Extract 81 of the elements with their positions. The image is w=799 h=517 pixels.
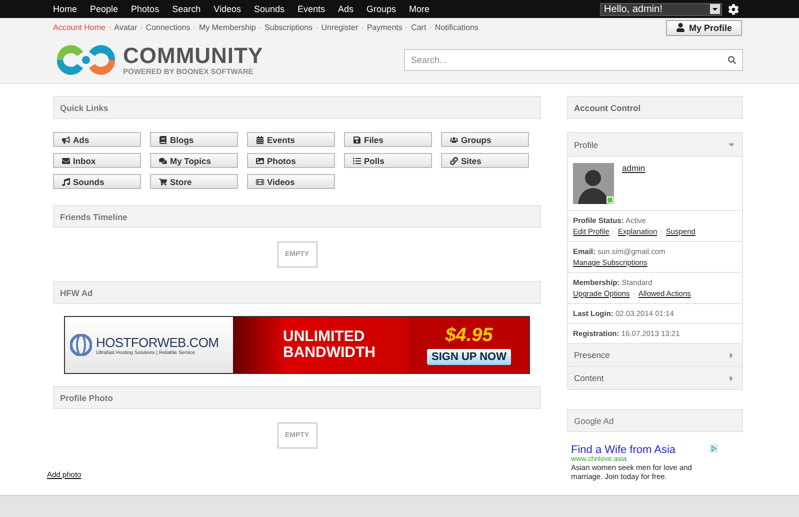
section-header[interactable]: Presence xyxy=(568,343,742,366)
top-menu-item[interactable]: Photos xyxy=(131,4,160,14)
quick-link-button[interactable]: Sites xyxy=(441,153,529,168)
quick-link-button[interactable]: Videos xyxy=(247,174,335,189)
section-header[interactable]: Content xyxy=(568,366,742,389)
logo-title: COMMUNITY xyxy=(123,44,264,66)
globe-icon xyxy=(70,334,92,356)
block-title: Google Ad xyxy=(567,409,743,432)
quick-link-button[interactable]: Blogs xyxy=(150,132,238,147)
person-icon xyxy=(676,23,685,32)
top-menu-item[interactable]: Events xyxy=(298,4,326,14)
user-dropdown[interactable]: Hello, admin! xyxy=(600,2,722,16)
my-profile-button[interactable]: My Profile xyxy=(666,20,742,36)
search-icon[interactable] xyxy=(728,56,736,64)
search-field[interactable]: Search... xyxy=(404,49,743,71)
block-title: HFW Ad xyxy=(53,281,541,304)
banner-headline: UNLIMITED xyxy=(283,329,366,345)
account-menu-link[interactable]: Notifications xyxy=(434,23,478,32)
top-menu-item[interactable]: Videos xyxy=(214,4,241,14)
separator-dot: · xyxy=(108,23,112,32)
film-icon xyxy=(256,178,264,186)
separator-dot: · xyxy=(405,23,408,32)
account-menu-link[interactable]: Account Home xyxy=(53,23,106,32)
settings-icon[interactable] xyxy=(728,4,739,14)
separator-dot: · xyxy=(258,23,262,32)
separator-dot: · xyxy=(632,289,636,298)
picture-icon xyxy=(256,156,264,164)
people-icon xyxy=(450,136,458,144)
top-menu-item[interactable]: Ads xyxy=(338,4,354,14)
banner-signup-label: SIGN UP NOW xyxy=(426,349,512,365)
calendar-icon xyxy=(256,136,264,144)
quick-link-button[interactable]: Groups xyxy=(441,132,529,147)
banner-brand: HOSTFORWEB.COM xyxy=(96,334,219,350)
quick-link-button[interactable]: Photos xyxy=(247,153,335,168)
separator-dot: · xyxy=(361,23,364,32)
username-link[interactable]: admin xyxy=(622,163,646,204)
quick-link-button[interactable]: Store xyxy=(150,174,238,189)
avatar-silhouette xyxy=(573,163,614,204)
top-menu-item[interactable]: More xyxy=(409,4,430,14)
separator-dot: · xyxy=(316,23,318,32)
music-note-icon xyxy=(62,178,70,186)
link-icon xyxy=(450,156,458,164)
separator-dot: · xyxy=(612,227,615,236)
account-menu-link[interactable]: Payments xyxy=(366,23,402,32)
top-menu-item[interactable]: Home xyxy=(53,4,78,14)
account-menu-link[interactable]: Connections xyxy=(146,23,190,32)
quick-link-button[interactable]: Sounds xyxy=(53,174,141,189)
quick-link-button[interactable]: Events xyxy=(247,132,335,147)
section-header[interactable]: Profile xyxy=(568,133,742,156)
banner-headline: BANDWIDTH xyxy=(283,345,376,361)
top-menu-item[interactable]: Groups xyxy=(366,4,396,14)
quick-link-button[interactable]: Polls xyxy=(344,153,432,168)
megaphone-icon xyxy=(62,136,70,144)
block-title: Quick Links xyxy=(53,96,541,119)
banner-price: $4.95 xyxy=(445,325,493,347)
quick-link-button[interactable]: Files xyxy=(344,132,432,147)
quick-link-button[interactable]: Inbox xyxy=(53,153,141,168)
block-title: Friends Timeline xyxy=(53,205,541,228)
top-menu-item[interactable]: Search xyxy=(172,4,201,14)
speech-bubbles-icon xyxy=(159,156,167,164)
caret-icon xyxy=(711,5,719,13)
separator-dot: · xyxy=(429,23,432,32)
account-menu-link[interactable]: Unregister xyxy=(321,23,358,32)
list-icon xyxy=(353,156,361,164)
quick-link-button[interactable]: Ads xyxy=(53,132,141,147)
cart-icon xyxy=(159,178,167,186)
block-title: Profile Photo xyxy=(53,386,541,409)
separator-dot: · xyxy=(193,23,196,32)
top-menu-item[interactable]: People xyxy=(90,4,118,14)
quick-link-button[interactable]: My Topics xyxy=(150,153,238,168)
account-menu-link[interactable]: Cart xyxy=(411,23,426,32)
block-title: Account Control xyxy=(567,96,743,119)
ad-headline-link[interactable]: Find a Wife from Asia xyxy=(571,444,743,456)
top-menu-item[interactable]: Sounds xyxy=(254,4,284,14)
envelope-icon xyxy=(62,156,70,164)
account-menu-link[interactable]: Subscriptions xyxy=(264,23,313,32)
separator-dot: · xyxy=(140,23,143,32)
account-menu-link[interactable]: Avatar xyxy=(114,23,138,32)
account-menu-link[interactable]: My Membership xyxy=(198,23,256,32)
book-icon xyxy=(159,136,167,144)
separator-dot: · xyxy=(660,227,663,236)
